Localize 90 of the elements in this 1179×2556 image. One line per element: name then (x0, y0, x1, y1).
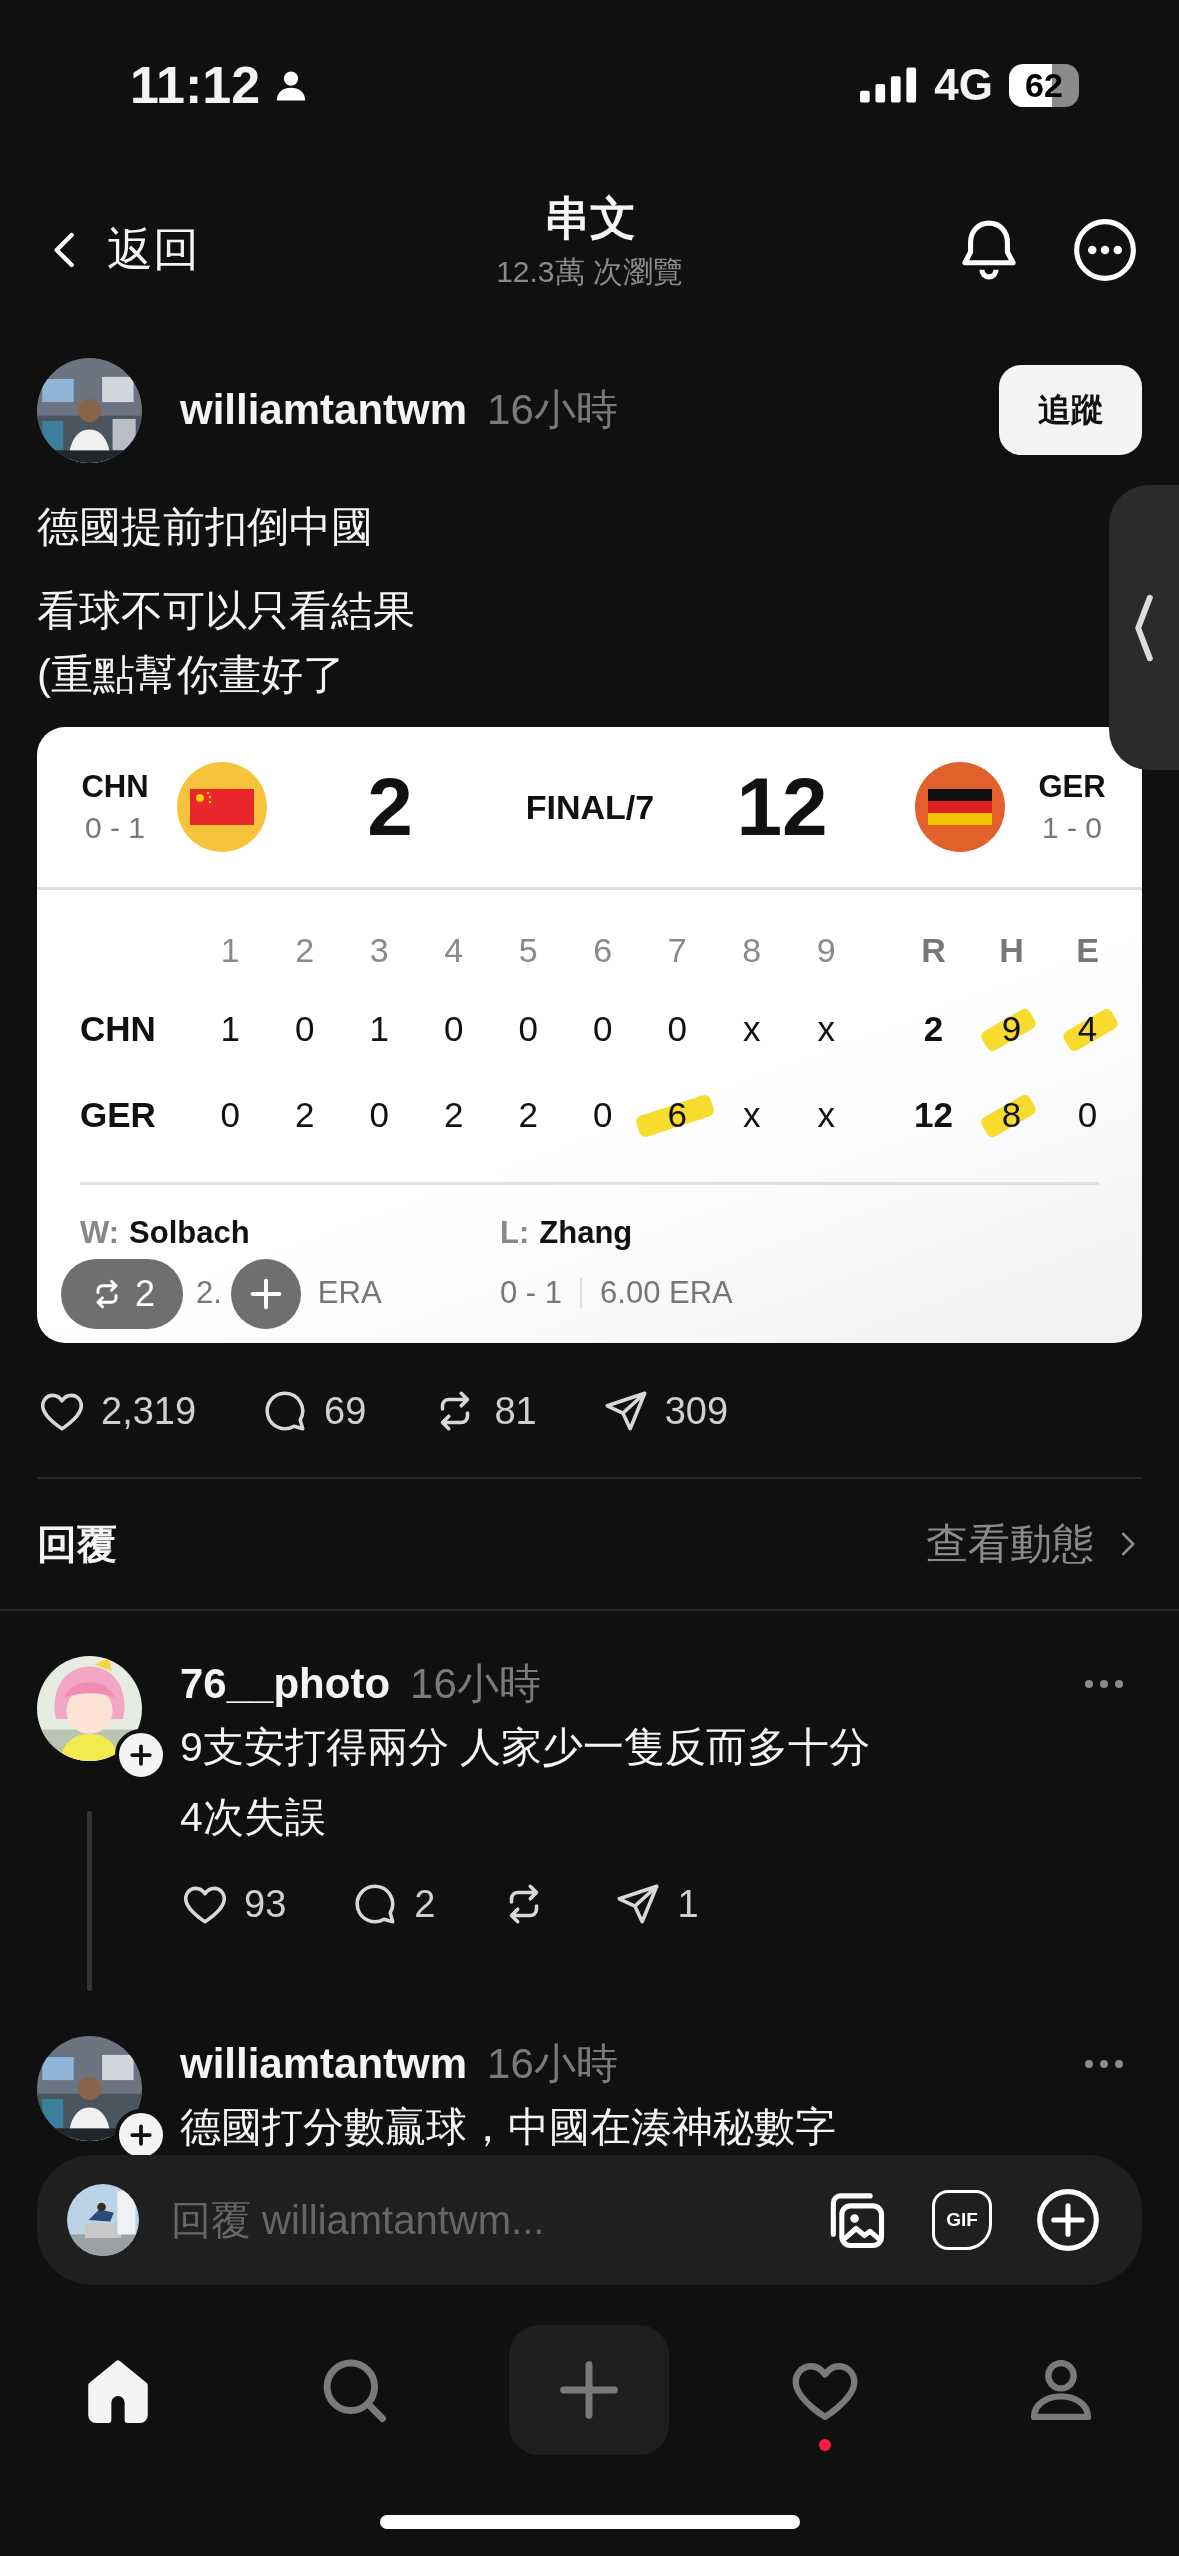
replies-heading: 回覆 (37, 1520, 117, 1568)
table-cell: 2 (518, 1095, 538, 1135)
more-options-icon[interactable] (1071, 216, 1139, 284)
back-label[interactable]: 返回 (107, 219, 199, 281)
table-cell: x (743, 1009, 761, 1049)
status-time: 11:12 (130, 55, 261, 115)
gif-button[interactable]: GIF (932, 2190, 992, 2250)
column-header: 2 (294, 930, 316, 970)
add-icon[interactable] (1034, 2186, 1102, 2254)
table-cell: 1 (369, 1009, 389, 1049)
pitcher-stat: ERA (317, 1275, 382, 1311)
table-cell: 0 (667, 1009, 687, 1049)
comment-time: 16小時 (487, 2039, 618, 2089)
action-count: 2,319 (101, 1389, 197, 1433)
back-button[interactable]: 返回 (45, 219, 199, 281)
table-cell: 0 (518, 1009, 538, 1049)
side-panel-handle[interactable] (1109, 485, 1179, 770)
table-cell: 1 (220, 1009, 240, 1049)
view-count: 12.3萬 次瀏覽 (496, 254, 683, 290)
column-header: 5 (517, 930, 539, 970)
team-score: 2 (366, 760, 414, 854)
post-time: 16小時 (487, 385, 618, 435)
action-count: 309 (664, 1389, 729, 1433)
post-text: (重點幫你畫好了 (37, 650, 346, 700)
view-activity-link[interactable]: 查看動態 (926, 1516, 1142, 1572)
losing-pitcher: L: Zhang (500, 1215, 634, 1251)
table-cell: 2 (295, 1095, 315, 1135)
table-cell: 4 (1077, 1009, 1098, 1049)
post-text: 德國提前扣倒中國 (37, 502, 374, 552)
column-header: 3 (368, 930, 390, 970)
table-cell: 2 (444, 1095, 464, 1135)
column-header: 6 (592, 930, 614, 970)
comment-text: 德國打分數贏球，中國在湊神秘數字 (180, 2103, 837, 2152)
team-abbr: GER (80, 1095, 157, 1135)
author-name[interactable]: 76__photo (180, 1660, 391, 1708)
table-cell: 0 (369, 1095, 389, 1135)
signal-icon (860, 67, 919, 103)
team-abbr: GER (1038, 769, 1106, 805)
pitcher-record: 0 - 1 (500, 1275, 563, 1311)
column-header: 7 (666, 930, 688, 970)
action-count: 69 (324, 1389, 367, 1433)
column-header: 8 (741, 930, 763, 970)
comment-time: 16小時 (410, 1659, 541, 1709)
team-abbr: CHN (80, 1009, 157, 1049)
table-cell: 0 (444, 1009, 464, 1049)
post-text: 看球不可以只看結果 (37, 586, 416, 636)
chevron-left-icon (1132, 592, 1156, 663)
table-cell: 9 (1001, 1009, 1022, 1049)
table-cell: 0 (593, 1009, 613, 1049)
action-count: 2 (414, 1882, 436, 1926)
follow-button[interactable]: 追蹤 (999, 365, 1142, 455)
team-record: 0 - 1 (85, 811, 145, 845)
winning-pitcher: W: Solbach (80, 1215, 251, 1251)
author-name[interactable]: williamtantwm (180, 2040, 468, 2088)
pitcher-stat: 2. (196, 1275, 222, 1311)
team-score: 12 (735, 760, 829, 854)
table-cell: 2 (923, 1009, 944, 1049)
table-cell: 8 (1001, 1095, 1022, 1135)
reply-input[interactable]: 回覆 williamtantwm... (169, 2196, 792, 2244)
table-cell: x (817, 1009, 835, 1049)
repost-count[interactable]: 2 (135, 1273, 155, 1315)
column-header: E (1075, 930, 1100, 970)
column-header: 9 (815, 930, 837, 970)
author-name[interactable]: williamtantwm (180, 386, 468, 434)
table-cell: 0 (295, 1009, 315, 1049)
table-cell: 12 (914, 1095, 953, 1135)
action-count: 1 (677, 1882, 699, 1926)
column-header: H (998, 930, 1025, 970)
action-count: 81 (494, 1389, 537, 1433)
repost-count-chip[interactable]: 2 (61, 1259, 183, 1329)
table-cell: 0 (1077, 1095, 1098, 1135)
game-status: FINAL/7 (524, 787, 656, 827)
table-cell: 0 (593, 1095, 613, 1135)
create-tab[interactable] (509, 2325, 670, 2455)
table-cell: 6 (667, 1095, 687, 1135)
team-record: 1 - 0 (1042, 811, 1102, 845)
pitcher-stat: 6.00 ERA (600, 1275, 733, 1311)
team-abbr: CHN (81, 769, 149, 805)
action-count: 93 (244, 1882, 287, 1926)
table-cell: x (743, 1095, 761, 1135)
page-title: 串文 (543, 191, 636, 246)
column-header: 4 (443, 930, 465, 970)
comment-text: 4次失誤 (180, 1793, 327, 1842)
column-header: R (920, 930, 947, 970)
battery-indicator: 62 (1009, 63, 1079, 107)
table-cell: 0 (220, 1095, 240, 1135)
column-header: 1 (219, 930, 241, 970)
table-cell: x (817, 1095, 835, 1135)
network-type: 4G (934, 60, 993, 110)
comment-text: 9支安打得兩分 人家少一隻反而多十分 (180, 1723, 872, 1772)
